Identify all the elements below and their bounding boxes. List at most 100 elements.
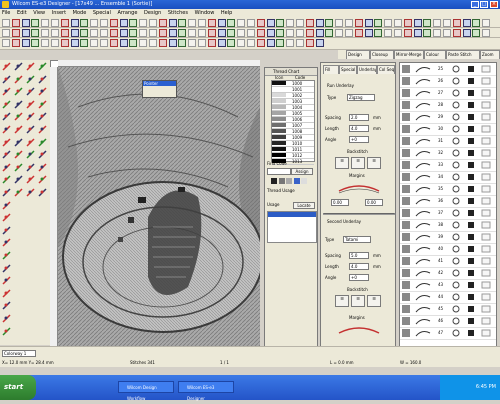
standard-toolbar-icon-38[interactable]	[374, 19, 383, 27]
backstitch2-option-2[interactable]: ☰	[351, 295, 365, 307]
edit-toolbar-icon-24[interactable]	[237, 39, 246, 47]
standard-toolbar-icon-27[interactable]	[266, 19, 275, 27]
standard-toolbar-icon-2[interactable]	[21, 19, 30, 27]
digitizing-tool-icon-19-0[interactable]	[2, 301, 11, 310]
digitizing-tool-icon-4-0[interactable]	[2, 112, 11, 121]
edit-toolbar-icon-25[interactable]	[247, 39, 255, 47]
digitizing-tool-icon-0-3[interactable]	[38, 62, 47, 71]
digitizing-tool-icon-9-0[interactable]	[2, 175, 11, 184]
digitizing-tool-icon-2-1[interactable]	[14, 87, 23, 96]
menu-design[interactable]: Design	[144, 10, 161, 16]
standard-toolbar-icon-43[interactable]	[423, 19, 432, 27]
digitizing-tool-icon-3-0[interactable]	[2, 100, 11, 109]
menu-insert[interactable]: Insert	[52, 10, 66, 16]
colorway-select[interactable]: Colorway 1	[2, 350, 36, 357]
digitizing-tool-icon-9-3[interactable]	[38, 175, 47, 184]
menu-edit[interactable]: Edit	[17, 10, 27, 16]
digitizing-tool-icon-11-0[interactable]	[2, 201, 11, 210]
digitizing-tool-icon-15-0[interactable]	[2, 251, 11, 260]
toolbox-icon-15[interactable]	[149, 29, 157, 37]
edit-toolbar-icon-6[interactable]	[60, 39, 69, 47]
toolbox-icon-26[interactable]	[256, 29, 265, 37]
taskbar-item-designer[interactable]: Wilcom ES-e3 Designer	[178, 381, 234, 401]
digitizing-tool-icon-17-0[interactable]	[2, 276, 11, 285]
type2-select[interactable]: Tatami	[343, 236, 371, 243]
standard-toolbar-icon-19[interactable]	[188, 19, 197, 27]
standard-toolbar-icon-24[interactable]	[237, 19, 246, 27]
digitizing-tool-icon-2-2[interactable]	[26, 87, 35, 96]
toolbox-icon-16[interactable]	[158, 29, 167, 37]
toolbox-icon-2[interactable]	[21, 29, 30, 37]
menu-help[interactable]: Help	[221, 10, 232, 16]
toolbox-icon-12[interactable]	[119, 29, 128, 37]
tab-special[interactable]: Special	[339, 65, 357, 74]
edit-toolbar-icon-15[interactable]	[149, 39, 157, 47]
digitizing-tool-icon-8-2[interactable]	[26, 163, 35, 172]
margin-b-input[interactable]: 0.00	[365, 199, 383, 206]
edit-toolbar-icon-32[interactable]	[315, 39, 324, 47]
type-select[interactable]: Zigzag	[347, 94, 375, 101]
standard-toolbar-icon-30[interactable]	[296, 19, 304, 27]
tab-design[interactable]: Design	[346, 50, 370, 59]
edit-toolbar-icon-0[interactable]	[2, 39, 10, 47]
edit-toolbar-icon-2[interactable]	[21, 39, 30, 47]
edit-toolbar-icon-11[interactable]	[109, 39, 118, 47]
standard-toolbar-icon-5[interactable]	[51, 19, 59, 27]
backstitch2-option-3[interactable]: ☰	[367, 295, 381, 307]
standard-toolbar-icon-40[interactable]	[394, 19, 402, 27]
edit-toolbar-icon-29[interactable]	[286, 39, 295, 47]
minimize-button[interactable]: _	[471, 1, 479, 8]
edit-toolbar-icon-10[interactable]	[100, 39, 108, 47]
digitizing-tool-icon-20-0[interactable]	[2, 314, 11, 323]
edit-toolbar-icon-8[interactable]	[80, 39, 89, 47]
edit-toolbar-icon-18[interactable]	[178, 39, 187, 47]
digitizing-tool-icon-14-0[interactable]	[2, 238, 11, 247]
tab-mirror-merge[interactable]: Mirror-Merge	[394, 50, 424, 59]
length2-input[interactable]: 4.0	[349, 263, 369, 270]
standard-toolbar-icon-8[interactable]	[80, 19, 89, 27]
toolbox-icon-20[interactable]	[198, 29, 206, 37]
edit-toolbar-icon-3[interactable]	[31, 39, 40, 47]
backstitch-option-1[interactable]: ☰	[335, 157, 349, 169]
standard-toolbar-icon-21[interactable]	[207, 19, 216, 27]
digitizing-tool-icon-10-1[interactable]	[14, 188, 23, 197]
toolbox-icon-29[interactable]	[286, 29, 295, 37]
toolbox-icon-19[interactable]	[188, 29, 197, 37]
edit-toolbar-icon-26[interactable]	[256, 39, 265, 47]
digitizing-tool-icon-18-0[interactable]	[2, 289, 11, 298]
taskbar-item-workflow[interactable]: Wilcom Design Workflow	[118, 381, 174, 401]
spacing-input[interactable]: 2.0	[349, 114, 369, 121]
toolbox-icon-8[interactable]	[80, 29, 89, 37]
digitizing-tool-icon-16-0[interactable]	[2, 264, 11, 273]
toolbox-icon-37[interactable]	[364, 29, 373, 37]
menu-mode[interactable]: Mode	[73, 10, 87, 16]
toolbox-icon-24[interactable]	[237, 29, 246, 37]
edit-toolbar-icon-16[interactable]	[158, 39, 167, 47]
edit-toolbar-icon-30[interactable]	[296, 39, 304, 47]
toolbox-icon-42[interactable]	[413, 29, 422, 37]
toolbox-icon-1[interactable]	[11, 29, 20, 37]
toolbox-icon-43[interactable]	[423, 29, 432, 37]
menu-special[interactable]: Special	[93, 10, 111, 16]
standard-toolbar-icon-26[interactable]	[256, 19, 265, 27]
digitizing-tool-icon-10-2[interactable]	[26, 188, 35, 197]
standard-toolbar-icon-22[interactable]	[217, 19, 226, 27]
standard-toolbar-icon-9[interactable]	[90, 19, 99, 27]
standard-toolbar-icon-23[interactable]	[227, 19, 236, 27]
menu-view[interactable]: View	[33, 10, 45, 16]
edit-toolbar-icon-13[interactable]	[129, 39, 138, 47]
toolbox-icon-3[interactable]	[31, 29, 40, 37]
digitizing-tool-icon-10-0[interactable]	[2, 188, 11, 197]
toolbox-icon-6[interactable]	[60, 29, 69, 37]
thread-list[interactable]: 1000 1001 1002 1003 1004 1005 1006 1007 1008 1009…	[271, 80, 315, 165]
maximize-button[interactable]: □	[480, 1, 488, 8]
close-button[interactable]: ×	[490, 1, 498, 8]
standard-toolbar-icon-46[interactable]	[452, 19, 461, 27]
digitizing-tool-icon-7-3[interactable]	[38, 150, 47, 159]
tab-paste-stitch[interactable]: Paste Stitch	[446, 50, 480, 59]
edit-toolbar-icon-21[interactable]	[207, 39, 216, 47]
toolbox-icon-13[interactable]	[129, 29, 138, 37]
toolbox-icon-38[interactable]	[374, 29, 383, 37]
digitizing-tool-icon-5-0[interactable]	[2, 125, 11, 134]
toolbox-icon-36[interactable]	[354, 29, 363, 37]
